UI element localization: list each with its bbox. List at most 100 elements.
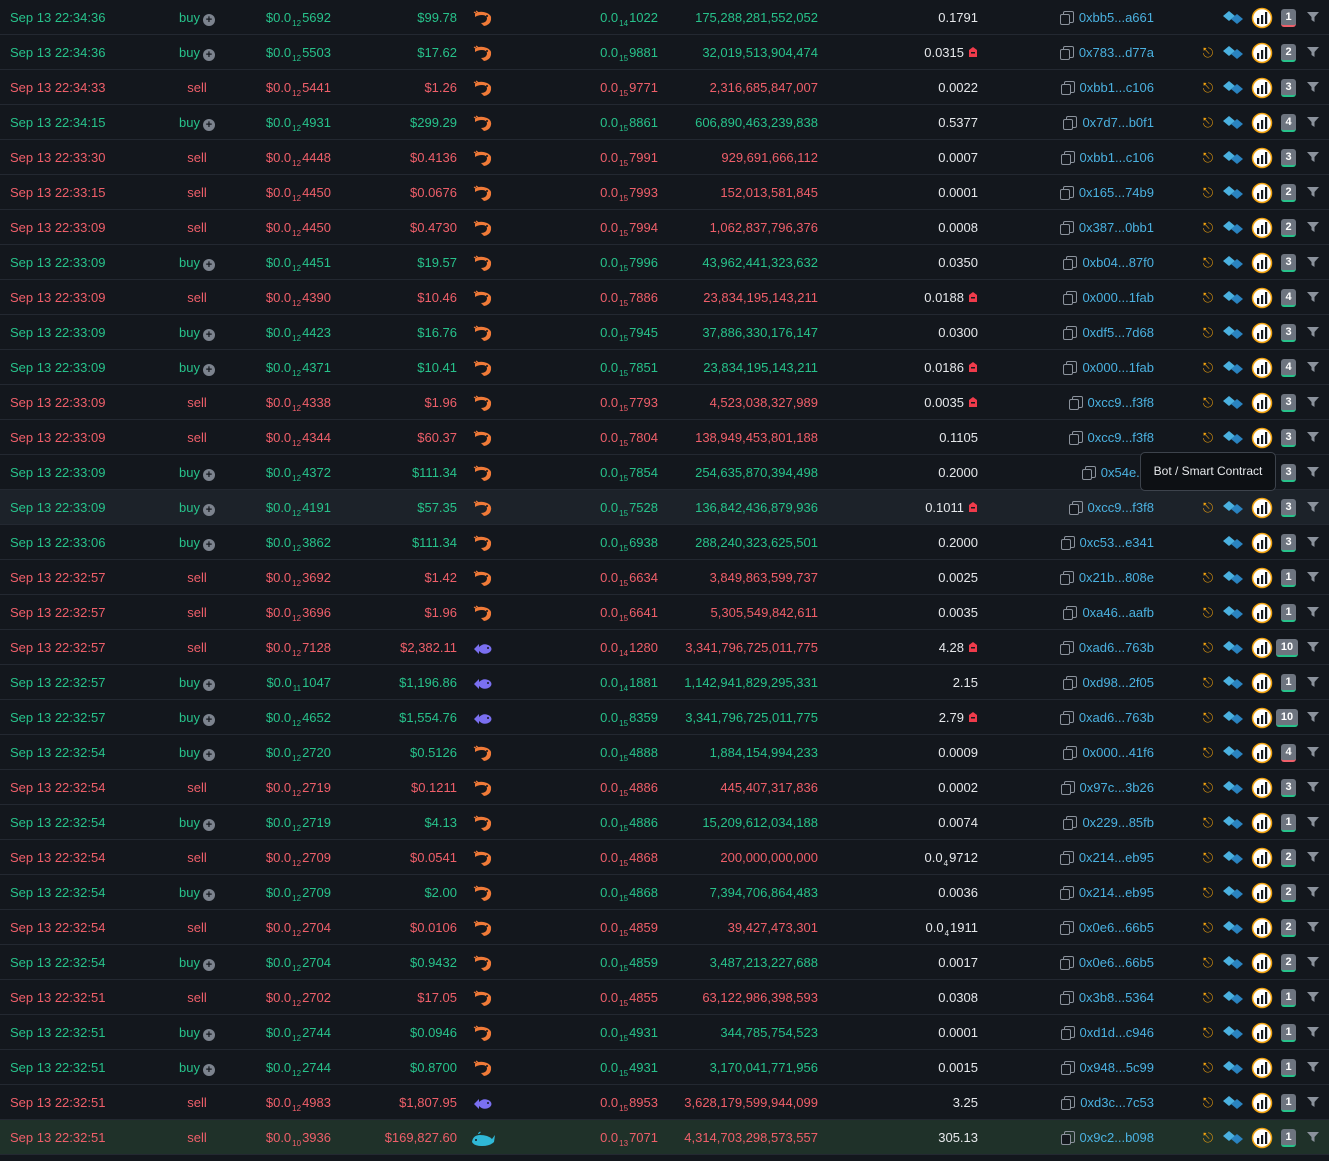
copy-icon[interactable] (1059, 921, 1074, 935)
wallet-link[interactable]: 0xcc9...f3f8 (1000, 420, 1154, 455)
trade-row[interactable]: Sep 13 22:32:51 sell $0.0122702 $17.05 0.015… (0, 980, 1329, 1015)
diamond-icon[interactable] (1222, 675, 1244, 694)
chart-icon[interactable] (1251, 707, 1273, 732)
diamond-icon[interactable] (1222, 10, 1244, 29)
trade-row[interactable]: Sep 13 22:32:54 buy + $0.0122720 $0.5126 0.01… (0, 735, 1329, 770)
trade-row[interactable]: Sep 13 22:33:09 sell $0.0124450 $0.4730 0.01… (0, 210, 1329, 245)
copy-icon[interactable] (1059, 991, 1074, 1005)
filter-icon[interactable] (1306, 151, 1320, 166)
copy-icon[interactable] (1059, 571, 1074, 585)
chart-icon[interactable] (1251, 672, 1273, 697)
copy-icon[interactable] (1081, 466, 1096, 480)
diamond-icon[interactable] (1222, 1130, 1244, 1149)
chart-icon[interactable] (1251, 567, 1273, 592)
diamond-icon[interactable] (1222, 640, 1244, 659)
chart-icon[interactable] (1251, 952, 1273, 977)
sitemap-icon[interactable]: ⎋ (1199, 805, 1217, 840)
wallet-link[interactable]: 0xd98...2f05 (1000, 665, 1154, 700)
wallet-link[interactable]: 0xb04...87f0 (1000, 245, 1154, 280)
copy-icon[interactable] (1060, 1026, 1075, 1040)
wallet-link[interactable]: 0x54e...ff (1000, 455, 1154, 490)
wallet-link[interactable]: 0x214...eb95 (1000, 840, 1154, 875)
diamond-icon[interactable] (1222, 955, 1244, 974)
filter-icon[interactable] (1306, 921, 1320, 936)
diamond-icon[interactable] (1222, 815, 1244, 834)
plus-icon[interactable]: + (202, 119, 215, 131)
trade-row[interactable]: Sep 13 22:33:09 sell $0.0124338 $1.96 0.0157… (0, 385, 1329, 420)
chart-icon[interactable] (1251, 812, 1273, 837)
wallet-link[interactable]: 0x9c2...b098 (1000, 1120, 1154, 1155)
chart-icon[interactable] (1251, 147, 1273, 172)
filter-icon[interactable] (1306, 46, 1320, 61)
wallet-link[interactable]: 0xbb1...c106 (1000, 140, 1154, 175)
copy-icon[interactable] (1060, 536, 1075, 550)
copy-icon[interactable] (1063, 606, 1078, 620)
filter-icon[interactable] (1306, 501, 1320, 516)
diamond-icon[interactable] (1222, 605, 1244, 624)
trade-row[interactable]: Sep 13 22:33:09 sell $0.0124344 $60.37 0.015… (0, 420, 1329, 455)
filter-icon[interactable] (1306, 641, 1320, 656)
chart-icon[interactable] (1251, 42, 1273, 67)
sitemap-icon[interactable]: ⎋ (1199, 175, 1217, 210)
plus-icon[interactable]: + (202, 14, 215, 26)
plus-icon[interactable]: + (202, 504, 215, 516)
plus-icon[interactable]: + (202, 889, 215, 901)
wallet-link[interactable]: 0x783...d77a (1000, 35, 1154, 70)
plus-icon[interactable]: + (202, 364, 215, 376)
chart-icon[interactable] (1251, 1092, 1273, 1117)
trade-row[interactable]: Sep 13 22:33:30 sell $0.0124448 $0.4136 0.01… (0, 140, 1329, 175)
sitemap-icon[interactable]: ⎋ (1199, 980, 1217, 1015)
wallet-link[interactable]: 0xa46...aafb (1000, 595, 1154, 630)
diamond-icon[interactable] (1222, 1025, 1244, 1044)
diamond-icon[interactable] (1222, 115, 1244, 134)
trade-row[interactable]: Sep 13 22:33:09 buy + $0.0124372 $111.34 0.01… (0, 455, 1329, 490)
filter-icon[interactable] (1306, 816, 1320, 831)
diamond-icon[interactable] (1222, 45, 1244, 64)
wallet-link[interactable]: 0x0e6...66b5 (1000, 910, 1154, 945)
filter-icon[interactable] (1306, 1026, 1320, 1041)
filter-icon[interactable] (1306, 1096, 1320, 1111)
diamond-icon[interactable] (1222, 150, 1244, 169)
trade-row[interactable]: Sep 13 22:33:09 buy + $0.0124191 $57.35 0.015… (0, 490, 1329, 525)
trade-row[interactable]: Sep 13 22:33:15 sell $0.0124450 $0.0676 0.01… (0, 175, 1329, 210)
wallet-link[interactable]: 0x97c...3b26 (1000, 770, 1154, 805)
chart-icon[interactable] (1251, 287, 1273, 312)
trade-row[interactable]: Sep 13 22:34:36 buy + $0.0125503 $17.62 0.015… (0, 35, 1329, 70)
plus-icon[interactable]: + (202, 714, 215, 726)
filter-icon[interactable] (1306, 781, 1320, 796)
filter-icon[interactable] (1306, 326, 1320, 341)
chart-icon[interactable] (1251, 1127, 1273, 1152)
copy-icon[interactable] (1063, 291, 1078, 305)
wallet-link[interactable]: 0x21b...808e (1000, 560, 1154, 595)
trade-row[interactable]: Sep 13 22:32:54 buy + $0.0122704 $0.9432 0.01… (0, 945, 1329, 980)
sitemap-icon[interactable]: ⎋ (1199, 385, 1217, 420)
copy-icon[interactable] (1063, 361, 1078, 375)
diamond-icon[interactable] (1222, 1095, 1244, 1114)
diamond-icon[interactable] (1222, 185, 1244, 204)
plus-icon[interactable]: + (202, 539, 215, 551)
wallet-link[interactable]: 0xdf5...7d68 (1000, 315, 1154, 350)
wallet-link[interactable]: 0xcc9...f3f8 (1000, 490, 1154, 525)
diamond-icon[interactable] (1222, 885, 1244, 904)
diamond-icon[interactable] (1222, 500, 1244, 519)
chart-icon[interactable] (1251, 392, 1273, 417)
chart-icon[interactable] (1251, 987, 1273, 1012)
sitemap-icon[interactable]: ⎋ (1199, 595, 1217, 630)
sitemap-icon[interactable]: ⎋ (1199, 35, 1217, 70)
wallet-link[interactable]: 0x214...eb95 (1000, 875, 1154, 910)
chart-icon[interactable] (1251, 497, 1273, 522)
copy-icon[interactable] (1060, 81, 1075, 95)
plus-icon[interactable]: + (202, 749, 215, 761)
chart-icon[interactable] (1251, 77, 1273, 102)
wallet-link[interactable]: 0xbb1...c106 (1000, 70, 1154, 105)
copy-icon[interactable] (1063, 746, 1078, 760)
chart-icon[interactable] (1251, 322, 1273, 347)
chart-icon[interactable] (1251, 532, 1273, 557)
chart-icon[interactable] (1251, 777, 1273, 802)
filter-icon[interactable] (1306, 1131, 1320, 1146)
wallet-link[interactable]: 0x000...1fab (1000, 280, 1154, 315)
diamond-icon[interactable] (1222, 1060, 1244, 1079)
chart-icon[interactable] (1251, 182, 1273, 207)
chart-icon[interactable] (1251, 1057, 1273, 1082)
sitemap-icon[interactable]: ⎋ (1199, 420, 1217, 455)
